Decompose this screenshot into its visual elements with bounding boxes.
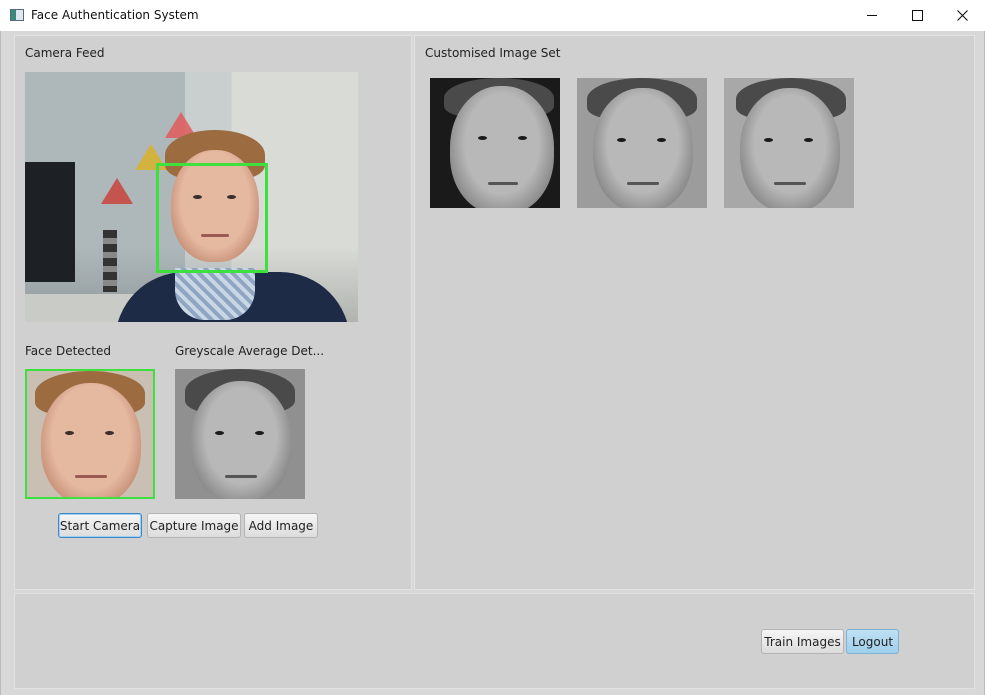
start-camera-button[interactable]: Start Camera bbox=[58, 513, 142, 538]
face-detected-image bbox=[25, 369, 155, 499]
maximize-icon bbox=[911, 10, 923, 21]
minimize-button[interactable] bbox=[849, 0, 895, 31]
greyscale-average-image bbox=[175, 369, 305, 499]
minimize-icon bbox=[867, 15, 877, 16]
close-button[interactable] bbox=[939, 0, 985, 31]
logout-button[interactable]: Logout bbox=[846, 629, 899, 654]
camera-feed-image bbox=[25, 72, 358, 322]
greyscale-average-label: Greyscale Average Det... bbox=[175, 344, 325, 358]
add-image-button[interactable]: Add Image bbox=[244, 513, 318, 538]
customised-image-set-label: Customised Image Set bbox=[425, 46, 561, 60]
window-title: Face Authentication System bbox=[31, 8, 199, 22]
decoration bbox=[101, 178, 133, 204]
maximize-button[interactable] bbox=[894, 0, 940, 31]
background-monitor bbox=[25, 162, 75, 282]
background-speaker bbox=[103, 230, 117, 292]
train-images-button[interactable]: Train Images bbox=[761, 629, 844, 654]
face-detection-box bbox=[156, 163, 268, 273]
customised-image-3[interactable] bbox=[724, 78, 854, 208]
main-frame: Camera Feed Face Detected Greyscale Aver… bbox=[0, 31, 985, 695]
face-detected-label: Face Detected bbox=[25, 344, 111, 358]
person-collar bbox=[175, 268, 255, 320]
capture-image-button[interactable]: Capture Image bbox=[147, 513, 241, 538]
title-bar: Face Authentication System bbox=[0, 0, 985, 32]
close-icon bbox=[956, 10, 968, 21]
app-icon bbox=[10, 9, 24, 21]
camera-feed-label: Camera Feed bbox=[25, 46, 105, 60]
customised-image-1[interactable] bbox=[430, 78, 560, 208]
customised-image-2[interactable] bbox=[577, 78, 707, 208]
